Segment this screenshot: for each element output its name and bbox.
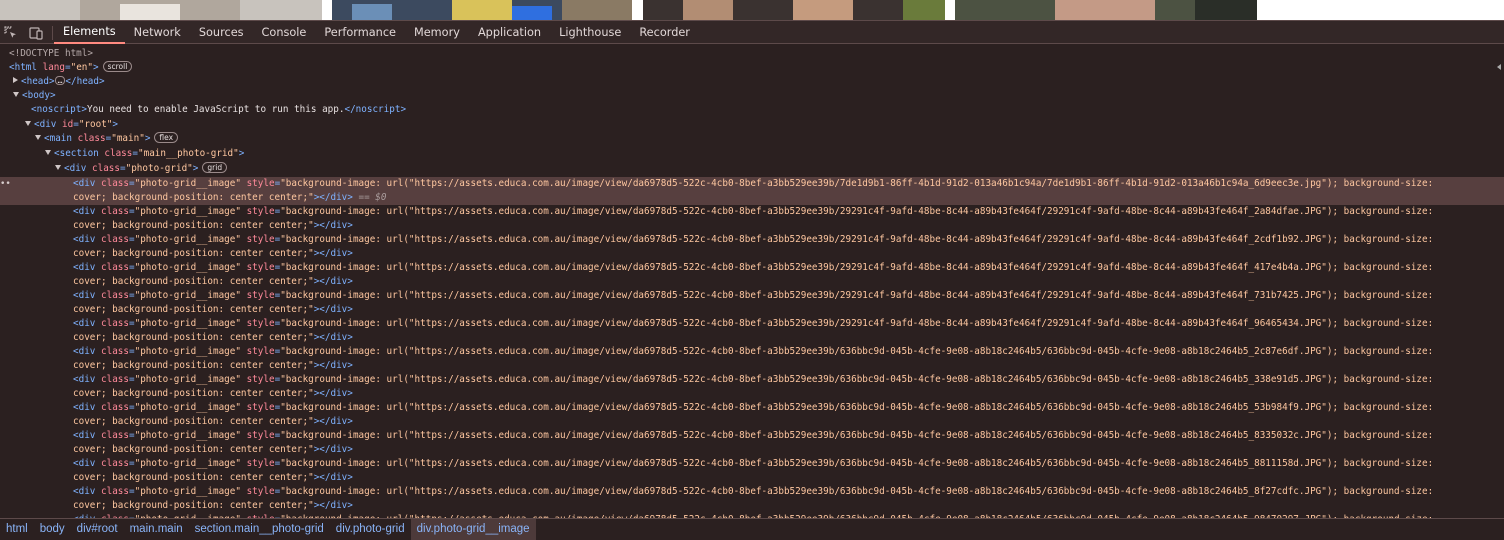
photo-grid-image-node[interactable]: <div class="photo-grid__image" style="ba… (73, 485, 1433, 499)
collapse-triangle-icon[interactable] (35, 135, 41, 140)
devtools-tabbar: Elements Network Sources Console Perform… (0, 20, 1504, 44)
photo-grid-image-node[interactable]: <div class="photo-grid__image" style="ba… (73, 261, 1433, 275)
photo-grid-image-node[interactable]: <div class="photo-grid__image" style="ba… (73, 345, 1433, 359)
collapse-triangle-icon[interactable] (13, 92, 19, 97)
page-photo-strip (0, 0, 1504, 20)
dom-tree: •• <!DOCTYPE html> <html lang="en"> scrol… (0, 46, 1504, 522)
collapse-triangle-icon[interactable] (55, 165, 61, 170)
grid-badge[interactable]: grid (202, 162, 228, 173)
breadcrumb: html body div#root main.main section.mai… (0, 518, 1504, 540)
head-node[interactable]: <head>… </head> (13, 75, 105, 89)
photo-thumbnail (643, 0, 945, 20)
scroll-badge[interactable]: scroll (102, 61, 133, 72)
node-actions-dots[interactable]: •• (0, 177, 11, 191)
root-div-node[interactable]: <div id="root"> (25, 118, 118, 132)
photo-grid-image-node[interactable]: <div class="photo-grid__image" style="ba… (73, 177, 1433, 191)
tab-application[interactable]: Application (469, 21, 550, 44)
photo-grid-image-node-cont: cover; background-position: center cente… (73, 276, 353, 287)
photo-grid-image-node[interactable]: <div class="photo-grid__image" style="ba… (73, 429, 1433, 443)
photo-grid-image-node[interactable]: <div class="photo-grid__image" style="ba… (73, 289, 1433, 303)
breadcrumb-body[interactable]: body (34, 519, 71, 540)
photo-grid-image-node-cont: cover; background-position: center cente… (73, 248, 353, 259)
tab-network[interactable]: Network (125, 21, 190, 44)
body-node[interactable]: <body> (13, 89, 56, 103)
photo-grid-image-node-cont: cover; background-position: center cente… (73, 444, 353, 455)
collapse-triangle-icon[interactable] (25, 121, 31, 126)
breadcrumb-section[interactable]: section.main__photo-grid (189, 519, 330, 540)
expand-triangle-icon[interactable] (13, 77, 18, 83)
devtools-tabs: Elements Network Sources Console Perform… (54, 21, 699, 44)
photo-grid-image-node[interactable]: <div class="photo-grid__image" style="ba… (73, 457, 1433, 471)
breadcrumb-photo-grid[interactable]: div.photo-grid (330, 519, 411, 540)
noscript-node[interactable]: <noscript>You need to enable JavaScript … (31, 103, 406, 117)
flex-badge[interactable]: flex (154, 132, 179, 143)
tab-memory[interactable]: Memory (405, 21, 469, 44)
scroll-arrow-icon[interactable] (1497, 64, 1501, 70)
collapse-triangle-icon[interactable] (45, 150, 51, 155)
photo-grid-image-node[interactable]: <div class="photo-grid__image" style="ba… (73, 233, 1433, 247)
breadcrumb-html[interactable]: html (0, 519, 34, 540)
photo-grid-image-node-cont: cover; background-position: center cente… (73, 220, 353, 231)
photo-grid-image-node-cont: cover; background-position: center cente… (73, 416, 353, 427)
photo-grid-image-node-cont: cover; background-position: center cente… (73, 500, 353, 511)
inspect-element-icon[interactable] (3, 25, 19, 41)
photo-grid-image-node[interactable]: <div class="photo-grid__image" style="ba… (73, 317, 1433, 331)
photo-grid-image-node[interactable]: <div class="photo-grid__image" style="ba… (73, 401, 1433, 415)
tab-sources[interactable]: Sources (190, 21, 253, 44)
selected-node-marker: == $0 (358, 192, 387, 203)
tab-console[interactable]: Console (253, 21, 316, 44)
breadcrumb-root[interactable]: div#root (71, 519, 124, 540)
breadcrumb-photo-grid-image[interactable]: div.photo-grid__image (410, 519, 536, 540)
tab-elements[interactable]: Elements (54, 21, 125, 44)
tab-performance[interactable]: Performance (315, 21, 405, 44)
main-node[interactable]: <main class="main"> flex (35, 132, 179, 146)
devtools-panel: Elements Network Sources Console Perform… (0, 20, 1504, 540)
photo-grid-image-node-cont: cover; background-position: center cente… (73, 388, 353, 399)
html-node[interactable]: <html lang="en"> scroll (9, 61, 133, 75)
doctype-line: <!DOCTYPE html> (9, 48, 93, 59)
breadcrumb-main[interactable]: main.main (124, 519, 189, 540)
photo-grid-image-node[interactable]: <div class="photo-grid__image" style="ba… (73, 373, 1433, 387)
photo-thumbnail (0, 0, 322, 20)
photo-grid-node[interactable]: <div class="photo-grid"> grid (55, 162, 228, 176)
photo-thumbnail (955, 0, 1257, 20)
tab-recorder[interactable]: Recorder (630, 21, 699, 44)
photo-grid-image-node-cont: cover; background-position: center cente… (73, 332, 353, 343)
photo-thumbnail (332, 0, 632, 20)
photo-grid-image-node-cont: cover; background-position: center cente… (73, 360, 353, 371)
photo-grid-image-node-cont: cover; background-position: center cente… (73, 192, 387, 203)
device-toolbar-icon[interactable] (28, 25, 44, 41)
collapsed-ellipsis[interactable]: … (54, 76, 66, 85)
photo-grid-image-node-cont: cover; background-position: center cente… (73, 304, 353, 315)
photo-grid-image-node-cont: cover; background-position: center cente… (73, 472, 353, 483)
photo-grid-image-node[interactable]: <div class="photo-grid__image" style="ba… (73, 205, 1433, 219)
toolbar-separator (52, 26, 53, 40)
tab-lighthouse[interactable]: Lighthouse (550, 21, 630, 44)
section-node[interactable]: <section class="main__photo-grid"> (45, 147, 244, 161)
